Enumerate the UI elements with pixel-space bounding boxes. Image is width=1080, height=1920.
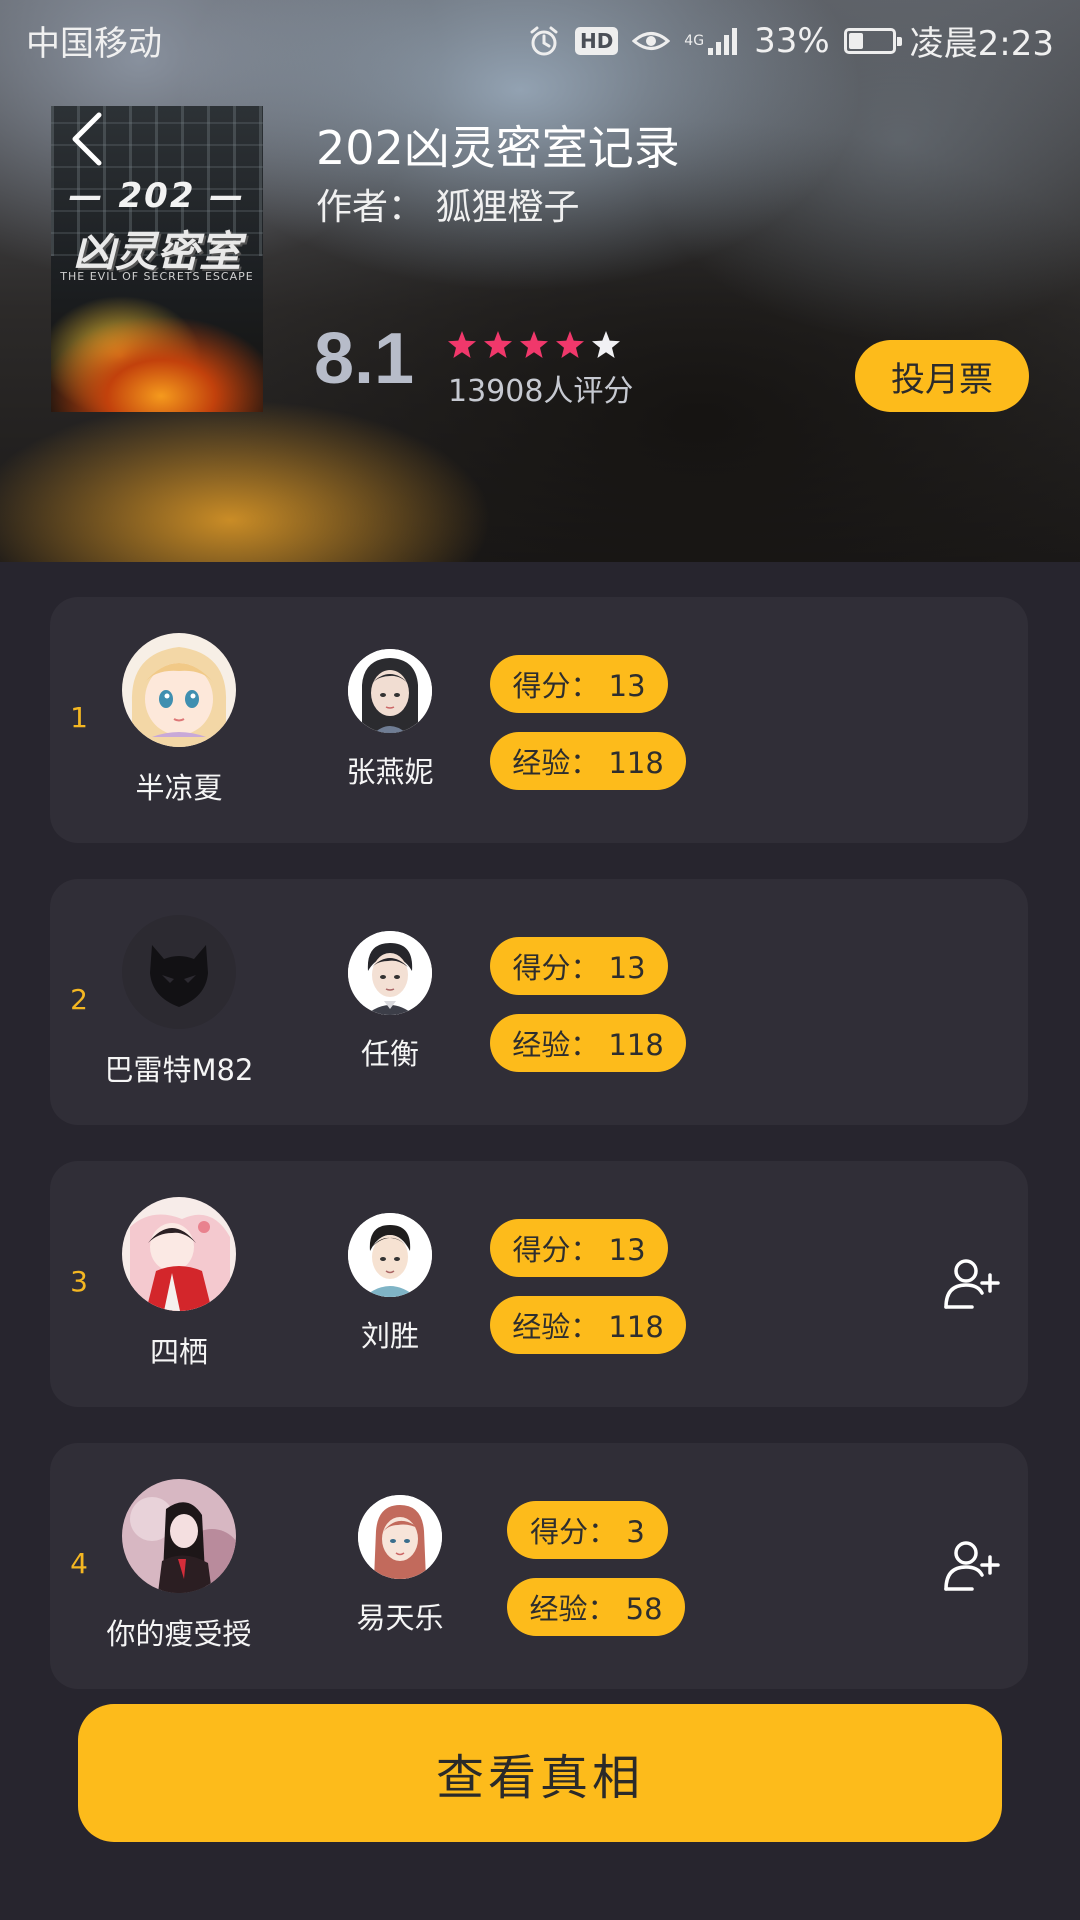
chevron-left-icon — [72, 112, 102, 166]
role-avatar — [348, 931, 432, 1015]
player-name: 巴雷特M82 — [104, 1053, 254, 1087]
exp-badge: 经验： 58 — [507, 1578, 685, 1636]
add-friend-button[interactable] — [942, 1539, 1002, 1593]
hd-icon: HD — [574, 21, 619, 61]
star-icon — [520, 331, 548, 358]
rank-number: 2 — [70, 983, 88, 1016]
alarm-icon — [527, 21, 561, 61]
player-avatar[interactable] — [122, 915, 236, 1029]
star-icon — [484, 331, 512, 358]
clock: 凌晨2:23 — [909, 24, 1054, 64]
player-avatar[interactable] — [122, 1479, 236, 1593]
score-badge: 得分： 3 — [507, 1501, 668, 1559]
role-name: 张燕妮 — [346, 755, 434, 789]
book-title: 202凶灵密室记录 — [316, 121, 680, 175]
rank-number: 3 — [70, 1265, 88, 1298]
role-name: 刘胜 — [360, 1319, 419, 1353]
cover-number: — 202 — — [68, 176, 246, 216]
rating-score: 8.1 — [314, 319, 415, 399]
eye-icon — [632, 21, 671, 61]
rank-number: 1 — [70, 701, 88, 734]
role-avatar — [358, 1495, 442, 1579]
role-avatar — [348, 1213, 432, 1297]
star-icon — [592, 331, 620, 358]
rank-card[interactable]: 2 巴雷特M82 任衡 得分： 13 经验： 118 — [50, 879, 1028, 1125]
add-user-icon — [944, 1541, 1000, 1591]
book-header: 中国移动 HD 4G 33% 凌晨2:23 — 202 — 凶灵密室 THE E… — [0, 0, 1080, 562]
role-avatar — [348, 649, 432, 733]
role-name: 任衡 — [360, 1037, 419, 1071]
cover-subtitle: THE EVIL OF SECRETS ESCAPE — [60, 270, 254, 283]
add-friend-button[interactable] — [942, 1257, 1002, 1311]
exp-badge: 经验： 118 — [490, 1296, 686, 1354]
star-icon — [448, 331, 476, 358]
battery-percent: 33% — [754, 20, 830, 61]
rank-number: 4 — [70, 1547, 88, 1580]
back-button[interactable] — [56, 104, 116, 174]
signal-icon: 4G — [684, 21, 740, 61]
role-name: 易天乐 — [356, 1601, 444, 1635]
vote-monthly-ticket-button[interactable]: 投月票 — [855, 340, 1029, 412]
score-badge: 得分： 13 — [490, 1219, 668, 1277]
carrier-label: 中国移动 — [26, 24, 162, 64]
rank-card[interactable]: 3 四栖 刘胜 得分： 13 经验： 118 — [50, 1161, 1028, 1407]
score-badge: 得分： 13 — [490, 655, 668, 713]
score-badge: 得分： 13 — [490, 937, 668, 995]
status-icons: HD 4G 33% 凌晨2:23 — [527, 16, 1054, 65]
rank-card[interactable]: 1 半凉夏 张燕妮 得分： 13 经验： 118 — [50, 597, 1028, 843]
exp-badge: 经验： 118 — [490, 1014, 686, 1072]
battery-level — [848, 32, 863, 49]
add-user-icon — [944, 1259, 1000, 1309]
player-name: 你的瘦受授 — [106, 1617, 252, 1651]
battery-icon — [843, 27, 902, 54]
status-bar: 中国移动 HD 4G 33% 凌晨2:23 — [0, 0, 1080, 76]
rank-card[interactable]: 4 你的瘦受授 易天乐 得分： 3 经验： 58 — [50, 1443, 1028, 1689]
rating-stars — [446, 330, 622, 360]
star-icon — [556, 331, 584, 358]
book-author: 作者： 狐狸橙子 — [316, 187, 580, 228]
rating-count: 13908人评分 — [448, 374, 634, 409]
exp-badge: 经验： 118 — [490, 732, 686, 790]
player-name: 四栖 — [149, 1335, 208, 1369]
view-truth-button[interactable]: 查看真相 — [78, 1704, 1002, 1842]
player-avatar[interactable] — [122, 633, 236, 747]
player-name: 半凉夏 — [135, 771, 223, 805]
player-avatar[interactable] — [122, 1197, 236, 1311]
